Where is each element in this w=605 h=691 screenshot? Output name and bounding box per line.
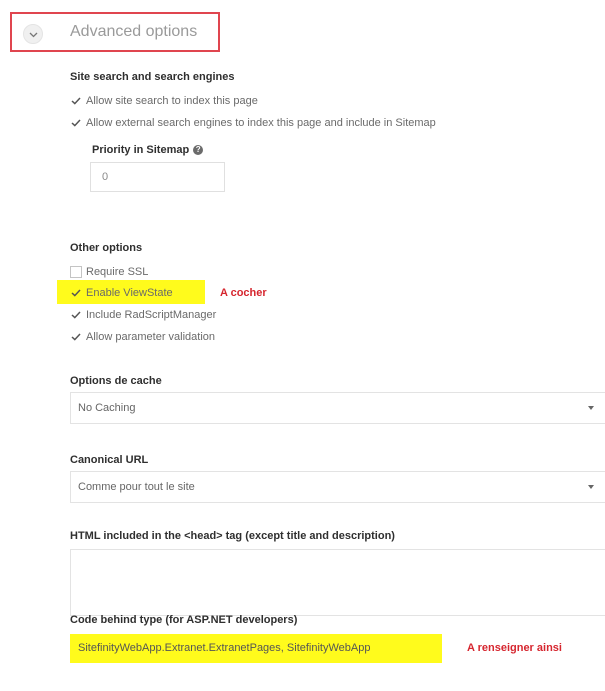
include-radscriptmanager-checkbox[interactable]: Include RadScriptManager	[70, 308, 216, 322]
dropdown-caret-icon	[588, 485, 594, 489]
annotation-a-renseigner-ainsi: A renseigner ainsi	[467, 642, 562, 654]
dropdown-caret-icon	[588, 406, 594, 410]
canonical-url-value: Comme pour tout le site	[78, 481, 195, 493]
code-behind-input[interactable]: SitefinityWebApp.Extranet.ExtranetPages,…	[78, 642, 370, 654]
canonical-url-heading: Canonical URL	[70, 454, 149, 466]
site-search-heading: Site search and search engines	[70, 71, 235, 83]
allow-site-search-label: Allow site search to index this page	[86, 95, 258, 107]
check-icon[interactable]	[70, 309, 82, 321]
priority-input[interactable]: 0	[90, 162, 225, 192]
allow-parameter-validation-checkbox[interactable]: Allow parameter validation	[70, 330, 215, 344]
check-icon[interactable]	[70, 331, 82, 343]
priority-label-text: Priority in Sitemap	[92, 144, 190, 156]
allow-external-search-checkbox[interactable]: Allow external search engines to index t…	[70, 116, 436, 130]
enable-viewstate-checkbox[interactable]: Enable ViewState	[70, 286, 173, 300]
head-html-heading: HTML included in the <head> tag (except …	[70, 530, 395, 542]
check-icon[interactable]	[70, 117, 82, 129]
allow-site-search-checkbox[interactable]: Allow site search to index this page	[70, 94, 258, 108]
require-ssl-checkbox[interactable]: Require SSL	[70, 265, 148, 279]
other-options-heading: Other options	[70, 242, 143, 254]
cache-options-heading: Options de cache	[70, 375, 162, 387]
advanced-options-toggle[interactable]: Advanced options	[10, 12, 220, 52]
annotation-a-cocher: A cocher	[220, 287, 267, 299]
check-icon[interactable]	[70, 287, 82, 299]
chevron-down-icon[interactable]	[23, 24, 43, 44]
canonical-url-select[interactable]: Comme pour tout le site	[70, 471, 605, 503]
advanced-options-title: Advanced options	[70, 23, 198, 40]
priority-in-sitemap-label: Priority in Sitemap ?	[92, 144, 204, 156]
check-icon[interactable]	[70, 95, 82, 107]
allow-external-search-label: Allow external search engines to index t…	[86, 117, 436, 129]
cache-options-value: No Caching	[78, 402, 136, 414]
question-circle-icon[interactable]: ?	[193, 145, 204, 155]
enable-viewstate-label: Enable ViewState	[86, 287, 173, 299]
code-behind-heading: Code behind type (for ASP.NET developers…	[70, 614, 298, 626]
include-radscriptmanager-label: Include RadScriptManager	[86, 309, 217, 321]
cache-options-select[interactable]: No Caching	[70, 392, 605, 424]
allow-parameter-validation-label: Allow parameter validation	[86, 331, 216, 343]
head-html-textarea[interactable]	[70, 549, 605, 616]
unchecked-box-icon[interactable]	[70, 266, 82, 278]
require-ssl-label: Require SSL	[86, 266, 149, 278]
